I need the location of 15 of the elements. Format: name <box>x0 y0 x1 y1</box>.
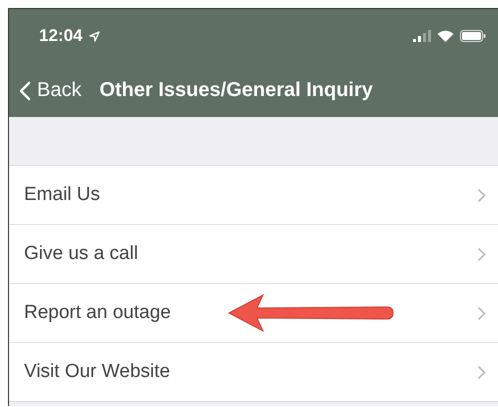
chevron-right-icon <box>477 188 486 202</box>
back-button[interactable]: Back <box>19 79 82 102</box>
chevron-right-icon <box>477 364 486 380</box>
chevron-left-icon <box>19 80 31 100</box>
screen-title: Other Issues/General Inquiry <box>99 79 373 102</box>
menu-item[interactable]: Email Us <box>9 166 498 225</box>
status-time: 12:04 <box>39 26 82 46</box>
chevron-right-icon <box>477 306 486 320</box>
wifi-icon <box>437 30 454 42</box>
location-arrow-icon <box>89 30 100 42</box>
signal-icon <box>413 30 431 42</box>
menu-item[interactable]: Report an outage <box>9 284 498 343</box>
menu-item[interactable]: Give us a call <box>9 225 498 284</box>
chevron-right-icon <box>477 246 486 262</box>
battery-icon <box>460 30 486 42</box>
